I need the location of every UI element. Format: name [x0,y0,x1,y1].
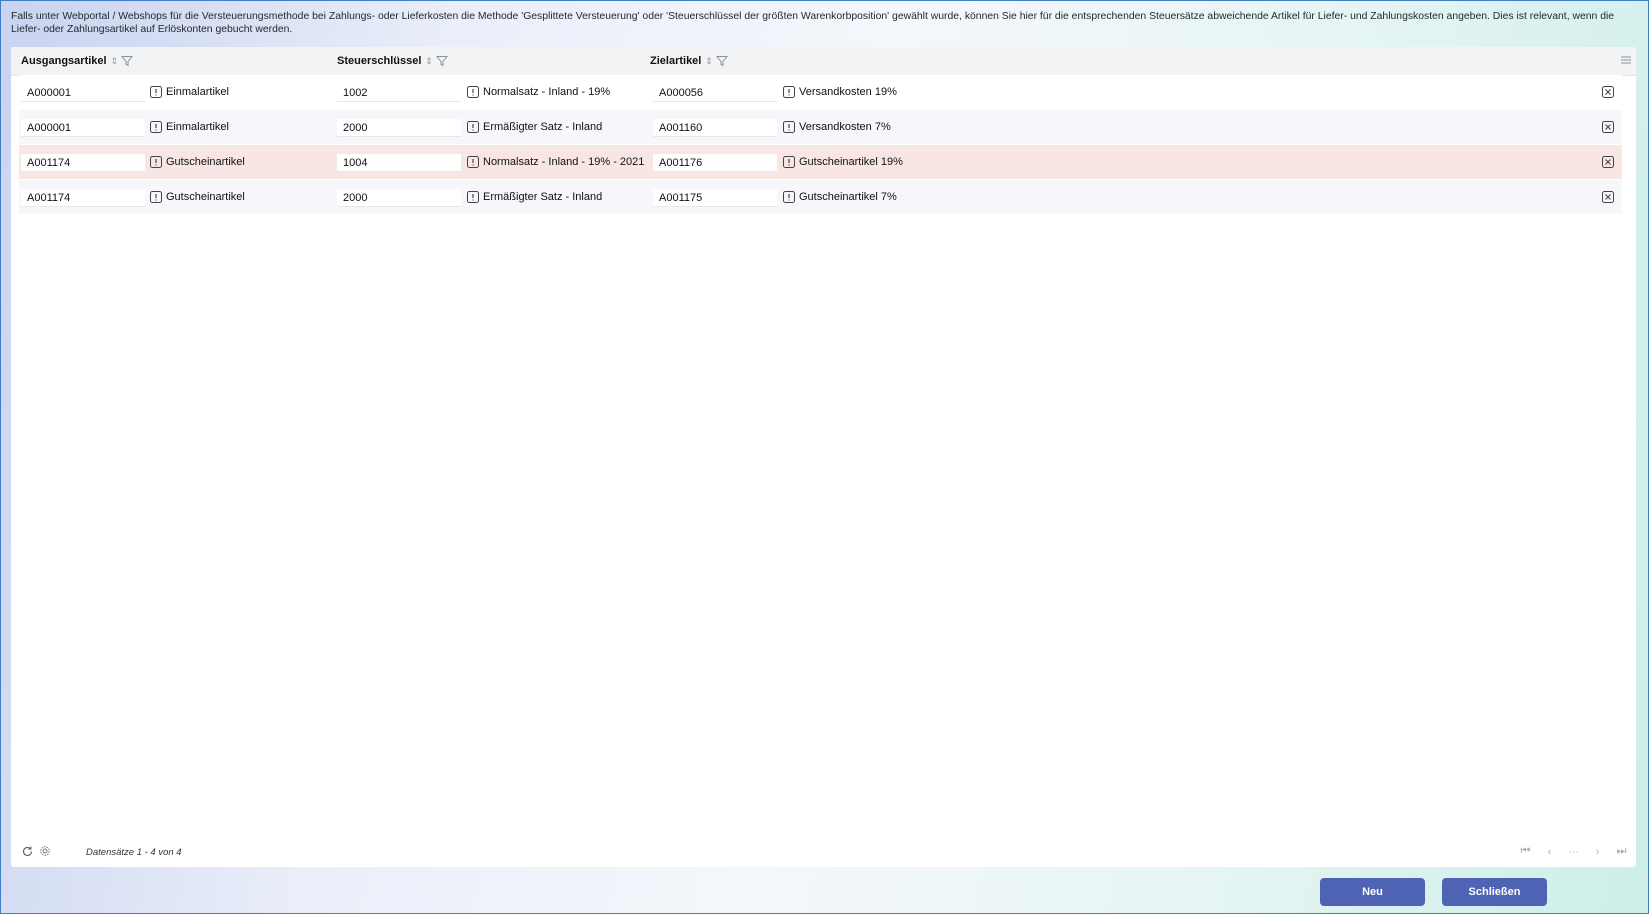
tax-key-input[interactable]: 1004 [337,154,461,172]
column-header-target[interactable]: Zielartikel ⇕ [650,47,728,75]
table-row-selected[interactable]: A001174 Gutscheinartikel 1004 Normalsatz… [19,145,1622,179]
new-button[interactable]: Neu [1320,878,1425,906]
grid-header: Ausgangsartikel ⇕ Steuerschlüssel ⇕ Ziel… [11,47,1636,76]
tax-key-input[interactable]: 2000 [337,189,461,207]
delete-row-icon[interactable] [1602,191,1614,203]
delete-row-icon[interactable] [1602,156,1614,168]
tax-key-name: Normalsatz - Inland - 19% [483,86,611,98]
source-article-name: Einmalartikel [166,86,229,98]
sort-icon[interactable]: ⇕ [705,56,713,67]
info-icon[interactable] [467,86,479,98]
tax-key-name: Ermäßigter Satz - Inland [483,191,603,203]
sort-icon[interactable]: ⇕ [111,56,119,67]
info-icon[interactable] [150,191,162,203]
info-text: Falls unter Webportal / Webshops für die… [11,11,1615,35]
tax-key-input[interactable]: 1002 [337,84,461,102]
column-header-target-label: Zielartikel [650,55,702,67]
column-header-source-label: Ausgangsartikel [21,55,107,67]
tax-key-input[interactable]: 2000 [337,119,461,137]
target-article-input[interactable]: A001160 [653,119,777,137]
info-icon[interactable] [783,191,795,203]
tax-key-name: Normalsatz - Inland - 19% - 2021 [483,156,645,168]
info-icon[interactable] [467,191,479,203]
info-icon[interactable] [150,121,162,133]
source-article-input[interactable]: A000001 [21,84,145,102]
target-article-name: Versandkosten 19% [799,86,897,98]
first-page-icon[interactable]: ⏮ [1519,845,1532,858]
source-article-input[interactable]: A001174 [21,189,145,207]
filter-icon[interactable] [715,55,728,67]
info-icon[interactable] [467,121,479,133]
info-icon[interactable] [150,86,162,98]
column-menu-icon[interactable] [1620,54,1632,66]
page-ellipsis[interactable]: ··· [1567,845,1580,858]
info-icon[interactable] [783,156,795,168]
table-row[interactable]: A001174 Gutscheinartikel 2000 Ermäßigter… [19,180,1622,214]
sort-icon[interactable]: ⇕ [425,56,433,67]
grid-panel: Ausgangsartikel ⇕ Steuerschlüssel ⇕ Ziel… [11,47,1636,867]
source-article-name: Einmalartikel [166,121,229,133]
delete-row-icon[interactable] [1602,121,1614,133]
column-header-taxkey-label: Steuerschlüssel [337,55,422,67]
target-article-input[interactable]: A001176 [653,154,777,172]
source-article-input[interactable]: A000001 [21,119,145,137]
target-article-name: Gutscheinartikel 7% [799,191,897,203]
delete-row-icon[interactable] [1602,86,1614,98]
last-page-icon[interactable]: ⏭ [1615,845,1628,858]
target-article-name: Gutscheinartikel 19% [799,156,903,168]
info-icon[interactable] [783,121,795,133]
info-icon[interactable] [467,156,479,168]
target-article-input[interactable]: A001175 [653,189,777,207]
filter-icon[interactable] [435,55,448,67]
target-article-name: Versandkosten 7% [799,121,891,133]
filter-icon[interactable] [121,55,134,67]
pager: ⏮ ‹ ··· › ⏭ [1519,845,1628,858]
info-icon[interactable] [150,156,162,168]
close-button[interactable]: Schließen [1442,878,1547,906]
target-article-input[interactable]: A000056 [653,84,777,102]
records-count: Datensätze 1 - 4 von 4 [86,847,182,858]
tax-key-name: Ermäßigter Satz - Inland [483,121,603,133]
next-page-icon[interactable]: › [1591,845,1604,858]
table-row[interactable]: A000001 Einmalartikel 1002 Normalsatz - … [19,75,1622,109]
source-article-name: Gutscheinartikel [166,156,245,168]
refresh-icon[interactable] [21,845,34,858]
grid-footer: Datensätze 1 - 4 von 4 ⏮ ‹ ··· › ⏭ [11,837,1636,867]
source-article-input[interactable]: A001174 [21,154,145,172]
column-header-taxkey[interactable]: Steuerschlüssel ⇕ [337,47,448,75]
settings-icon[interactable] [39,845,51,857]
previous-page-icon[interactable]: ‹ [1543,845,1556,858]
column-header-source[interactable]: Ausgangsartikel ⇕ [21,47,134,75]
source-article-name: Gutscheinartikel [166,191,245,203]
info-icon[interactable] [783,86,795,98]
table-row[interactable]: A000001 Einmalartikel 2000 Ermäßigter Sa… [19,110,1622,144]
